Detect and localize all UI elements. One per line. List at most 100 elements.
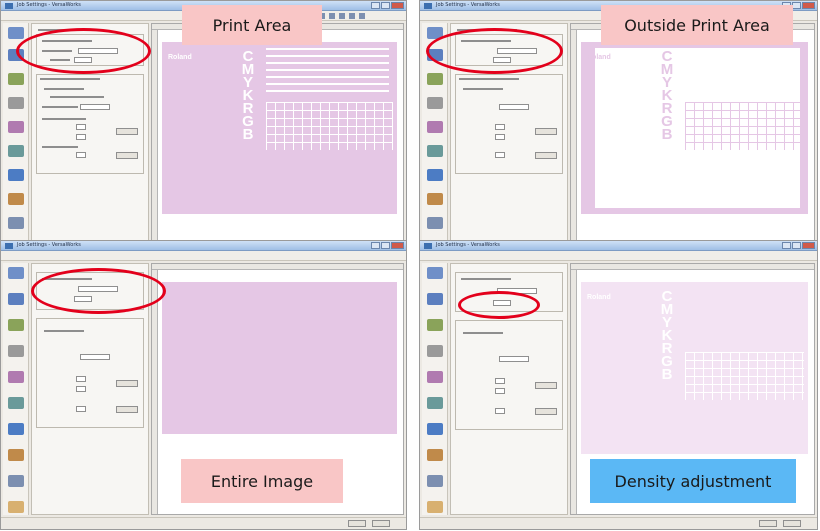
file-format-icon[interactable]: [8, 345, 24, 357]
clip-and-tile-icon[interactable]: [8, 475, 24, 487]
layout-icon[interactable]: [8, 27, 24, 39]
entire-image-fill: [162, 282, 397, 434]
ok-button[interactable]: [348, 520, 366, 527]
ok-button[interactable]: [759, 520, 777, 527]
management-icon[interactable]: [8, 449, 24, 461]
test-print-button[interactable]: [535, 128, 557, 135]
highlight-ellipse: [16, 28, 151, 74]
clip-and-tile-icon[interactable]: [8, 217, 24, 229]
maximize-button[interactable]: [381, 2, 390, 9]
vertical-field[interactable]: [76, 134, 86, 140]
app-icon: [424, 243, 432, 249]
horizontal-field[interactable]: [495, 378, 505, 384]
size-correction-field[interactable]: [76, 406, 86, 412]
quality-icon[interactable]: [8, 293, 24, 305]
maximize-button[interactable]: [381, 242, 390, 249]
horizontal-field[interactable]: [76, 376, 86, 382]
color-letters: CMYKRGB: [660, 48, 674, 143]
clip-and-tile-icon[interactable]: [427, 475, 443, 487]
test-print-button[interactable]: [116, 380, 138, 387]
minimize-button[interactable]: [782, 242, 791, 249]
highlight-ellipse: [458, 291, 540, 319]
callout-label: Entire Image: [181, 459, 343, 503]
printer-controls-icon[interactable]: [427, 397, 443, 409]
close-button[interactable]: [802, 242, 815, 249]
printer-controls-icon[interactable]: [427, 145, 443, 157]
window-entire-image: Job Settings - VersaWorks Entire Image: [0, 240, 407, 530]
printer-controls-icon[interactable]: [8, 397, 24, 409]
contour-icon[interactable]: [427, 169, 443, 181]
contour-icon[interactable]: [427, 423, 443, 435]
special-plate-icon[interactable]: [427, 501, 443, 513]
maximize-button[interactable]: [792, 2, 801, 9]
status-bar: [1, 517, 406, 529]
file-format-icon[interactable]: [8, 97, 24, 109]
toolbar-icon[interactable]: [339, 13, 345, 19]
management-icon[interactable]: [427, 193, 443, 205]
ruler-horizontal: [152, 264, 403, 270]
window-title: Job Settings - VersaWorks: [436, 242, 500, 248]
scale-icon[interactable]: [8, 371, 24, 383]
toolbar-icon[interactable]: [329, 13, 335, 19]
test-print-button[interactable]: [116, 152, 138, 159]
horizontal-field[interactable]: [76, 124, 86, 130]
test-print-button[interactable]: [535, 152, 557, 159]
clip-and-tile-icon[interactable]: [427, 217, 443, 229]
printer-controls-icon[interactable]: [8, 145, 24, 157]
scale-icon[interactable]: [8, 121, 24, 133]
maximize-button[interactable]: [792, 242, 801, 249]
category-icon-strip: [3, 263, 29, 515]
close-button[interactable]: [802, 2, 815, 9]
color-adjustment-icon[interactable]: [8, 73, 24, 85]
test-print-button[interactable]: [116, 406, 138, 413]
callout-label: Print Area: [182, 5, 322, 45]
scale-icon[interactable]: [427, 371, 443, 383]
contour-icon[interactable]: [8, 423, 24, 435]
toolbar-icon[interactable]: [359, 13, 365, 19]
close-button[interactable]: [391, 242, 404, 249]
layout-icon[interactable]: [8, 267, 24, 279]
size-correction-field[interactable]: [495, 152, 505, 158]
close-button[interactable]: [391, 2, 404, 9]
cancel-button[interactable]: [783, 520, 801, 527]
special-plate-icon[interactable]: [8, 501, 24, 513]
minimize-button[interactable]: [371, 242, 380, 249]
special-color-select[interactable]: [80, 354, 110, 360]
color-letters: CMYKRGB: [660, 288, 674, 383]
test-print-button[interactable]: [535, 382, 557, 389]
minimize-button[interactable]: [371, 2, 380, 9]
highlight-ellipse: [31, 268, 166, 314]
color-adjustment-icon[interactable]: [8, 319, 24, 331]
special-color-select[interactable]: [499, 104, 529, 110]
cancel-button[interactable]: [372, 520, 390, 527]
vertical-field[interactable]: [495, 134, 505, 140]
scale-icon[interactable]: [427, 121, 443, 133]
layout-icon[interactable]: [427, 267, 443, 279]
horizontal-field[interactable]: [495, 124, 505, 130]
management-icon[interactable]: [8, 193, 24, 205]
management-icon[interactable]: [427, 449, 443, 461]
callout-text: Entire Image: [210, 471, 314, 491]
color-adjustment-icon[interactable]: [427, 73, 443, 85]
file-format-icon[interactable]: [427, 97, 443, 109]
roland-logo: Roland: [587, 54, 611, 61]
size-correction-field[interactable]: [76, 152, 86, 158]
preview-area: Roland CMYKRGB: [151, 23, 404, 249]
ruler-horizontal: [571, 264, 814, 270]
test-print-button[interactable]: [535, 408, 557, 415]
preview-canvas: Roland CMYKRGB: [581, 282, 808, 454]
test-print-button[interactable]: [116, 128, 138, 135]
size-correction-field[interactable]: [495, 408, 505, 414]
file-format-icon[interactable]: [427, 345, 443, 357]
quality-icon[interactable]: [427, 293, 443, 305]
toolbar-icon[interactable]: [349, 13, 355, 19]
title-bar: Job Settings - VersaWorks: [1, 241, 406, 251]
callout-label: Outside Print Area: [601, 5, 793, 45]
contour-icon[interactable]: [8, 169, 24, 181]
vertical-field[interactable]: [495, 388, 505, 394]
color-adjustment-icon[interactable]: [427, 319, 443, 331]
app-icon: [5, 3, 13, 9]
special-color-select[interactable]: [80, 104, 110, 110]
vertical-field[interactable]: [76, 386, 86, 392]
special-color-select[interactable]: [499, 356, 529, 362]
